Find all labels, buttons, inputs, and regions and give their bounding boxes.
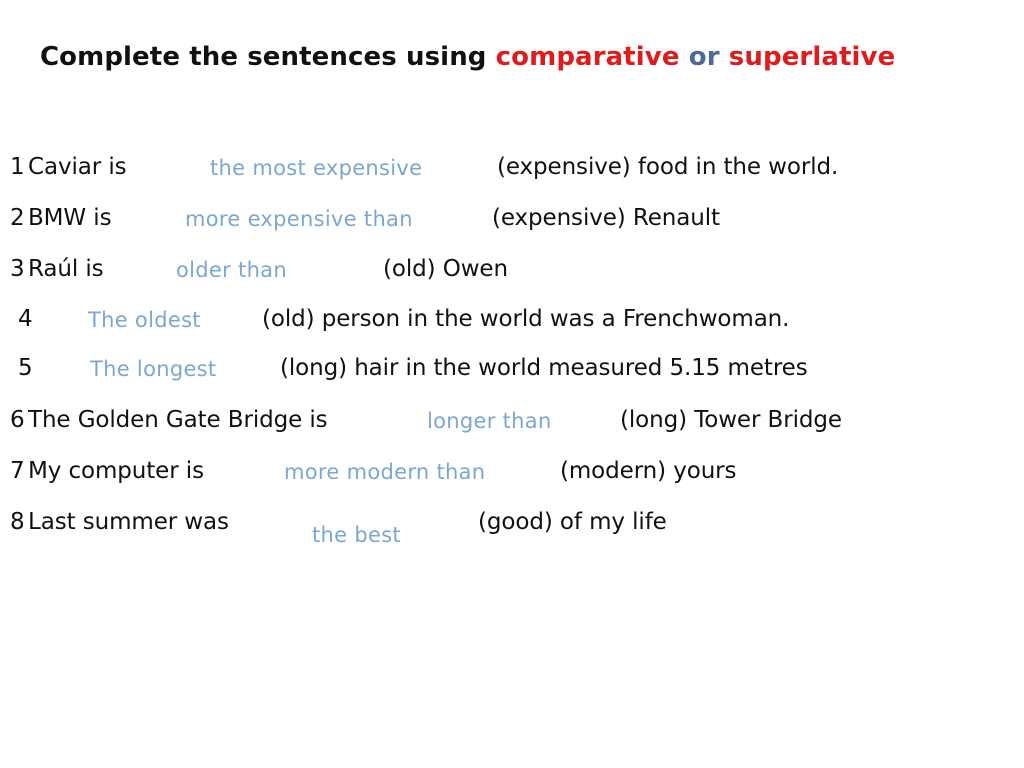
- exercise-answer[interactable]: The oldest: [88, 310, 201, 331]
- exercise-number: 8: [10, 509, 25, 535]
- exercise-answer[interactable]: the most expensive: [210, 158, 422, 179]
- exercise-row: 4 The oldest (old) person in the world w…: [0, 285, 1024, 331]
- exercise-prompt-after: (modern) yours: [560, 458, 737, 484]
- exercise-prompt-after: (good) of my life: [478, 509, 667, 535]
- exercise-number: 2: [10, 205, 25, 231]
- exercise-number: 1: [10, 154, 25, 180]
- exercise-row: 5 The longest (long) hair in the world m…: [0, 334, 1024, 380]
- exercise-answer[interactable]: the best: [312, 525, 401, 546]
- exercise-prompt-after: (expensive) food in the world.: [497, 154, 839, 180]
- exercise-prompt-after: (old) person in the world was a Frenchwo…: [262, 306, 790, 332]
- exercise-row: 8 Last summer was the best (good) of my …: [0, 488, 1024, 546]
- exercise-prompt-before: My computer is: [28, 458, 204, 484]
- exercise-prompt-after: (long) Tower Bridge: [620, 407, 842, 433]
- exercise-prompt-before: Caviar is: [28, 154, 127, 180]
- exercise-answer[interactable]: The longest: [90, 359, 216, 380]
- exercise-row: 6 The Golden Gate Bridge is longer than …: [0, 386, 1024, 432]
- worksheet-slide: Complete the sentences using comparative…: [0, 0, 1024, 768]
- title-word-comparative: comparative: [495, 42, 680, 72]
- exercise-answer[interactable]: longer than: [427, 411, 552, 432]
- exercise-prompt-before: The Golden Gate Bridge is: [28, 407, 328, 433]
- exercise-answer[interactable]: older than: [176, 260, 287, 281]
- exercise-prompt-after: (expensive) Renault: [492, 205, 720, 231]
- title-word-or: or: [679, 42, 729, 72]
- title-text-plain: Complete the sentences using: [40, 42, 496, 72]
- exercise-prompt-before: Raúl is: [28, 256, 104, 282]
- page-title: Complete the sentences using comparative…: [40, 42, 895, 72]
- exercise-number: 4: [18, 306, 33, 332]
- exercise-prompt-after: (old) Owen: [383, 256, 508, 282]
- exercise-answer[interactable]: more modern than: [284, 462, 485, 483]
- exercise-row: 2 BMW is more expensive than (expensive)…: [0, 184, 1024, 230]
- exercise-prompt-before: BMW is: [28, 205, 112, 231]
- exercise-number: 3: [10, 256, 25, 282]
- exercise-number: 7: [10, 458, 25, 484]
- title-word-superlative: superlative: [728, 42, 896, 72]
- exercise-prompt-before: Last summer was: [28, 509, 229, 535]
- exercise-prompt-after: (long) hair in the world measured 5.15 m…: [280, 355, 808, 381]
- exercise-number: 6: [10, 407, 25, 433]
- exercise-row: 1 Caviar is the most expensive (expensiv…: [0, 133, 1024, 179]
- exercise-row: 7 My computer is more modern than (moder…: [0, 437, 1024, 483]
- exercise-answer[interactable]: more expensive than: [185, 209, 413, 230]
- exercise-row: 3 Raúl is older than (old) Owen: [0, 235, 1024, 281]
- exercise-number: 5: [18, 355, 33, 381]
